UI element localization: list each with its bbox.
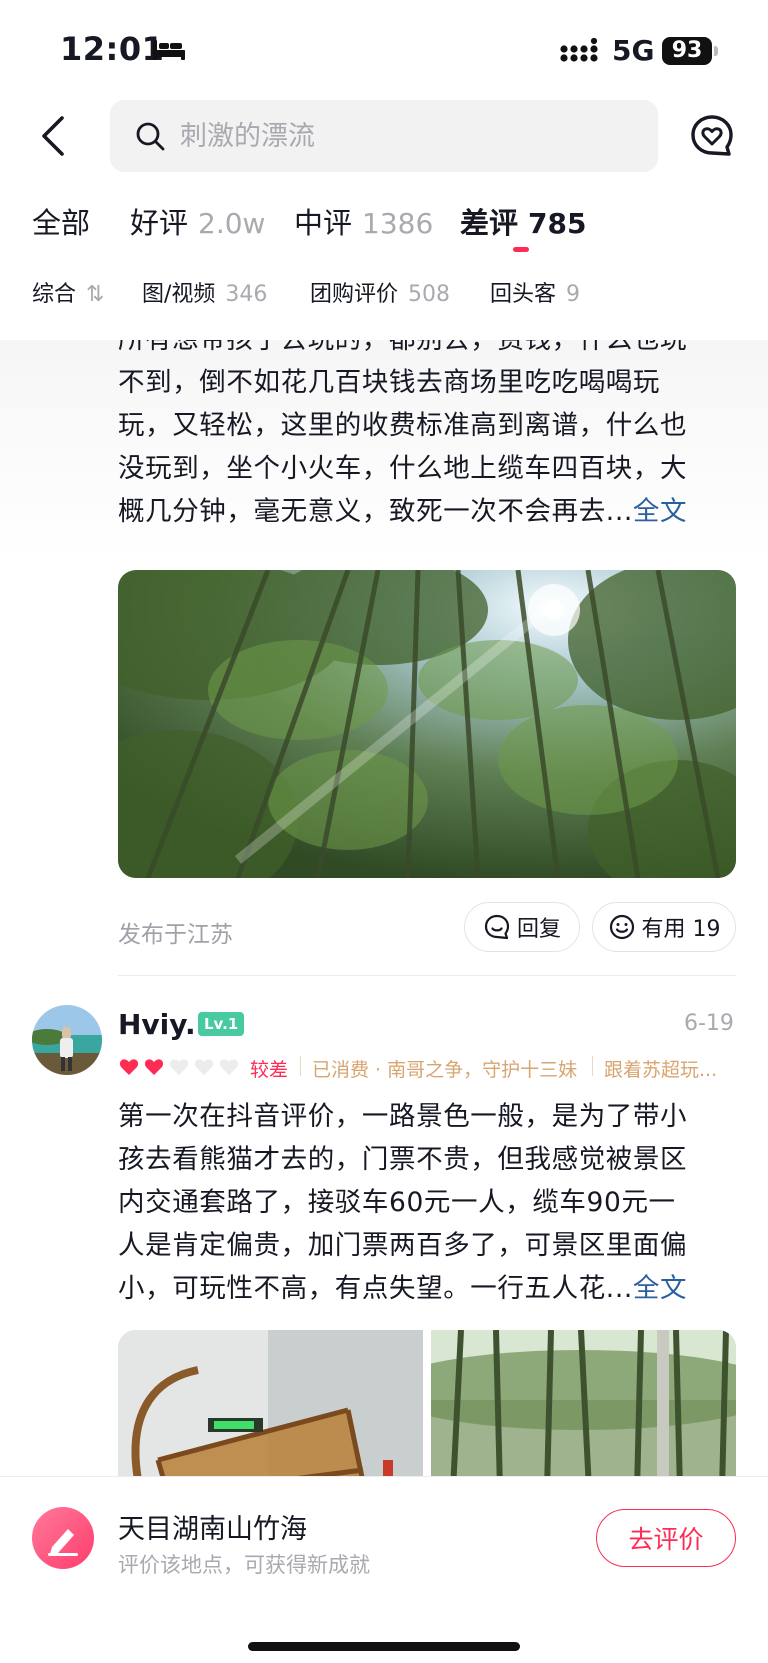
review-photo[interactable] bbox=[118, 1330, 423, 1476]
meta-separator bbox=[300, 1056, 301, 1076]
full-text-link[interactable]: 全文 bbox=[633, 496, 687, 527]
bamboo-forest-photo bbox=[431, 1330, 736, 1476]
comment-icon bbox=[484, 914, 510, 940]
heart-empty-icon bbox=[194, 1059, 214, 1075]
tab-label: 全部 bbox=[32, 206, 91, 240]
consumption-tag: 已消费 · 南哥之争，守护十三妹 bbox=[312, 1059, 578, 1081]
status-bar: 12:01 5G 93 bbox=[0, 0, 768, 100]
filter-returning[interactable]: 回头客 9 bbox=[490, 276, 580, 308]
heart-filled-icon bbox=[119, 1059, 139, 1075]
filter-label: 图/视频 bbox=[142, 282, 216, 307]
filter-label: 团购评价 bbox=[310, 282, 399, 307]
tab-all[interactable]: 全部 bbox=[32, 200, 90, 242]
level-badge: Lv.1 bbox=[198, 1012, 245, 1036]
filter-label: 回头客 bbox=[490, 282, 557, 307]
chat-heart-icon[interactable] bbox=[690, 114, 734, 158]
rating-label: 较差 bbox=[250, 1059, 289, 1081]
tab-label: 差评 bbox=[460, 206, 519, 240]
filter-group-buy[interactable]: 团购评价 508 bbox=[310, 276, 450, 308]
bamboo-photo bbox=[118, 570, 736, 878]
avatar[interactable] bbox=[32, 1005, 102, 1075]
signal-icon bbox=[560, 38, 598, 62]
pencil-icon bbox=[48, 1529, 78, 1556]
post-location: 发布于江苏 bbox=[118, 922, 233, 948]
battery-indicator: 93 bbox=[662, 37, 712, 65]
review-line: 没玩到，坐个小火车，什么地上缆车四百块，大 bbox=[118, 453, 688, 484]
active-tab-indicator bbox=[513, 247, 529, 252]
filter-count: 9 bbox=[566, 282, 581, 307]
home-indicator[interactable] bbox=[248, 1642, 520, 1651]
useful-label: 有用 19 bbox=[641, 917, 721, 942]
review-divider bbox=[118, 975, 736, 976]
review-photo[interactable] bbox=[118, 570, 736, 878]
write-review-button[interactable]: 去评价 bbox=[596, 1509, 736, 1567]
tab-negative[interactable]: 差评 785 bbox=[460, 200, 586, 242]
search-input[interactable] bbox=[180, 100, 640, 172]
review-line: 人是肯定偏贵，加门票两百多了，可景区里面偏 bbox=[118, 1230, 688, 1261]
review-feed[interactable]: 所有想带孩子去玩的，都别去，费钱，什么也玩 不到，倒不如花几百块钱去商场里吃吃喝… bbox=[0, 340, 768, 1476]
place-badge bbox=[32, 1507, 94, 1569]
sort-icon: ⇅ bbox=[86, 282, 105, 307]
reply-button[interactable]: 回复 bbox=[464, 902, 580, 952]
full-text-link[interactable]: 全文 bbox=[633, 1273, 687, 1304]
review-line-last: 概几分钟，毫无意义，致死一次不会再去...全文 bbox=[118, 490, 738, 533]
tab-neutral[interactable]: 中评 1386 bbox=[294, 200, 433, 242]
heart-empty-icon bbox=[219, 1059, 239, 1075]
review-line: 孩去看熊猫才去的，门票不贵，但我感觉被景区 bbox=[118, 1144, 688, 1175]
filter-count: 508 bbox=[408, 282, 451, 307]
battery-cap bbox=[714, 46, 718, 56]
filter-media[interactable]: 图/视频 346 bbox=[142, 276, 267, 308]
tab-label: 好评 bbox=[130, 206, 189, 240]
avatar-image bbox=[32, 1005, 102, 1075]
topic-tag[interactable]: 跟着苏超玩... bbox=[604, 1055, 717, 1082]
review-line: 概几分钟，毫无意义，致死一次不会再去... bbox=[118, 496, 633, 527]
tab-count: 1386 bbox=[362, 207, 434, 240]
review-line: 玩，又轻松，这里的收费标准高到离谱，什么也 bbox=[118, 410, 688, 441]
reply-label: 回复 bbox=[516, 917, 561, 942]
review-photo[interactable] bbox=[431, 1330, 736, 1476]
review-line: 不到，倒不如花几百块钱去商场里吃吃喝喝玩 bbox=[118, 367, 660, 398]
search-icon bbox=[136, 122, 165, 151]
place-name: 天目湖南山竹海 bbox=[118, 1514, 307, 1545]
review-date: 6-19 bbox=[684, 1011, 734, 1036]
heart-filled-icon bbox=[144, 1059, 164, 1075]
review-line: 所有想带孩子去玩的，都别去，费钱，什么也玩 bbox=[118, 340, 738, 361]
review-text[interactable]: 第一次在抖音评价，一路景色一般，是为了带小 孩去看熊猫才去的，门票不贵，但我感觉… bbox=[118, 1095, 738, 1310]
review-line-last: 小，可玩性不高，有点失望。一行五人花...全文 bbox=[118, 1267, 738, 1310]
filter-sort[interactable]: 综合 ⇅ bbox=[32, 276, 104, 308]
tab-count: 2.0w bbox=[198, 207, 266, 240]
place-subtitle: 评价该地点，可获得新成就 bbox=[118, 1553, 370, 1577]
review-line: 小，可玩性不高，有点失望。一行五人花... bbox=[118, 1273, 633, 1304]
tab-count: 785 bbox=[528, 207, 587, 240]
username[interactable]: Hviy.. bbox=[118, 1008, 206, 1041]
back-arrow-icon[interactable] bbox=[36, 112, 70, 160]
heart-empty-icon bbox=[169, 1059, 189, 1075]
review-line: 第一次在抖音评价，一路景色一般，是为了带小 bbox=[118, 1101, 688, 1132]
status-time: 12:01 bbox=[60, 30, 165, 68]
tab-positive[interactable]: 好评 2.0w bbox=[130, 200, 265, 242]
search-bar[interactable] bbox=[110, 100, 658, 172]
tab-label: 中评 bbox=[294, 206, 353, 240]
sleep-mode-icon bbox=[153, 40, 185, 60]
bottom-bar: 天目湖南山竹海 评价该地点，可获得新成就 去评价 bbox=[0, 1476, 768, 1663]
cart-photo bbox=[118, 1330, 423, 1476]
smile-icon bbox=[609, 914, 634, 940]
meta-separator bbox=[592, 1056, 593, 1076]
filter-label: 综合 bbox=[32, 282, 77, 307]
filter-count: 346 bbox=[225, 282, 268, 307]
heart-rating bbox=[118, 1056, 243, 1078]
review-text[interactable]: 所有想带孩子去玩的，都别去，费钱，什么也玩 不到，倒不如花几百块钱去商场里吃吃喝… bbox=[118, 340, 738, 533]
network-type: 5G bbox=[612, 34, 655, 67]
useful-button[interactable]: 有用 19 bbox=[592, 902, 736, 952]
review-line: 内交通套路了，接驳车60元一人，缆车90元一 bbox=[118, 1187, 676, 1218]
